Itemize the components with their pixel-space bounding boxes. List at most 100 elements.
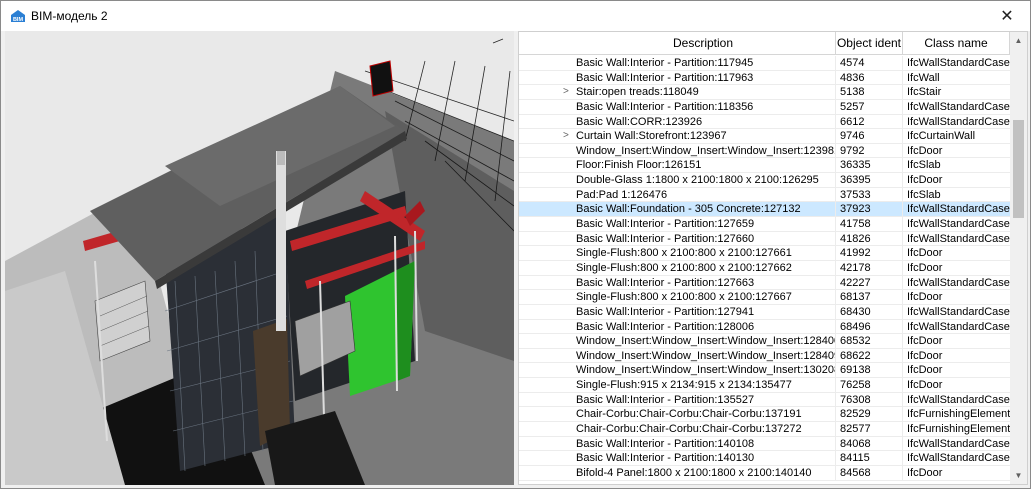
cell-object-ident: 76308 bbox=[836, 392, 903, 407]
table-row[interactable]: Bifold-4 Panel:1800 x 2100:1800 x 2100:1… bbox=[519, 465, 1011, 481]
cell-object-ident: 5257 bbox=[836, 99, 903, 114]
row-indent bbox=[519, 305, 571, 319]
row-indent bbox=[519, 466, 571, 480]
cell-class-name: IfcSlab bbox=[907, 188, 941, 201]
cell-object-ident: 42227 bbox=[836, 275, 903, 290]
row-indent: > bbox=[519, 129, 571, 143]
table-row[interactable]: > Stair:open treads:118049 5138 IfcStair bbox=[519, 85, 1011, 100]
scroll-down-icon[interactable]: ▼ bbox=[1010, 467, 1027, 484]
table-row[interactable]: Basic Wall:Interior - Partition:128006 68… bbox=[519, 319, 1011, 335]
grid-body: Basic Wall:Interior - Partition:117945 45… bbox=[519, 56, 1011, 481]
table-row[interactable]: Double-Glass 1:1800 x 2100:1800 x 2100:1… bbox=[519, 173, 1011, 188]
cell-object-ident: 5138 bbox=[836, 85, 903, 99]
row-indent bbox=[519, 232, 571, 246]
cell-object-ident: 4836 bbox=[836, 70, 903, 85]
cell-class-name: IfcDoor bbox=[907, 291, 943, 304]
table-row[interactable]: Basic Wall:CORR:123926 6612 IfcWallStandar… bbox=[519, 114, 1011, 130]
table-row[interactable]: > Curtain Wall:Storefront:123967 9746 IfcCu… bbox=[519, 129, 1011, 144]
column-header-class-name[interactable]: Class name bbox=[903, 32, 1010, 55]
cell-description: Window_Insert:Window_Insert:Window_Inser… bbox=[571, 363, 836, 378]
table-row[interactable]: Basic Wall:Interior - Partition:117963 48… bbox=[519, 70, 1011, 86]
cell-object-ident: 68622 bbox=[836, 348, 903, 363]
svg-text:BIM: BIM bbox=[13, 17, 24, 23]
row-indent bbox=[519, 349, 571, 363]
cell-object-ident: 84068 bbox=[836, 436, 903, 451]
cell-class-name: IfcWallStandardCase bbox=[907, 437, 1010, 450]
expand-chevron-icon[interactable]: > bbox=[563, 129, 569, 144]
table-row[interactable]: Basic Wall:Interior - Partition:135527 76… bbox=[519, 392, 1011, 408]
row-indent bbox=[519, 246, 571, 260]
table-row[interactable]: Window_Insert:Window_Insert:Window_Inser… bbox=[519, 143, 1011, 159]
row-indent bbox=[519, 393, 571, 407]
cell-class-name: IfcWallStandardCase bbox=[907, 305, 1010, 318]
table-row[interactable]: Single-Flush:915 x 2134:915 x 2134:13547… bbox=[519, 378, 1011, 393]
row-indent bbox=[519, 217, 571, 231]
objects-grid: Description Object ident Class name Basi… bbox=[518, 31, 1028, 485]
table-row[interactable]: Basic Wall:Interior - Partition:140130 84… bbox=[519, 451, 1011, 466]
cell-description: Bifold-4 Panel:1800 x 2100:1800 x 2100:1… bbox=[571, 465, 836, 480]
cell-object-ident: 36335 bbox=[836, 158, 903, 173]
cell-object-ident: 4574 bbox=[836, 56, 903, 70]
close-button[interactable]: ✕ bbox=[984, 1, 1030, 31]
cell-class-name: IfcWallStandardCase bbox=[907, 57, 1010, 69]
cell-object-ident: 68430 bbox=[836, 304, 903, 319]
table-row[interactable]: Basic Wall:Interior - Partition:127663 42… bbox=[519, 275, 1011, 291]
table-row[interactable]: Basic Wall:Interior - Partition:127659 41… bbox=[519, 217, 1011, 232]
row-indent bbox=[519, 422, 571, 436]
cell-object-ident: 82529 bbox=[836, 407, 903, 422]
expand-chevron-icon[interactable]: > bbox=[563, 85, 569, 100]
table-row[interactable]: Basic Wall:Interior - Partition:127941 68… bbox=[519, 304, 1011, 320]
table-row[interactable]: Window_Insert:Window_Insert:Window_Inser… bbox=[519, 334, 1011, 349]
column-header-description[interactable]: Description bbox=[571, 32, 836, 55]
cell-class-name: IfcWallStandardCase bbox=[907, 232, 1010, 245]
cell-object-ident: 41826 bbox=[836, 231, 903, 246]
building-model-render[interactable] bbox=[5, 31, 514, 485]
row-indent bbox=[519, 144, 571, 158]
cell-class-name: IfcDoor bbox=[907, 364, 943, 377]
cell-description: Stair:open treads:118049 bbox=[571, 85, 836, 99]
row-indent: > bbox=[519, 85, 571, 99]
table-row[interactable]: Basic Wall:Interior - Partition:127660 41… bbox=[519, 231, 1011, 247]
table-row[interactable]: Floor:Finish Floor:126151 36335 IfcSlab bbox=[519, 158, 1011, 174]
cell-class-name: IfcSlab bbox=[907, 159, 941, 172]
bim-model-icon: BIM bbox=[11, 10, 25, 23]
cell-description: Basic Wall:Interior - Partition:140130 bbox=[571, 451, 836, 465]
scroll-up-icon[interactable]: ▲ bbox=[1010, 32, 1027, 49]
table-row[interactable]: Chair-Corbu:Chair-Corbu:Chair-Corbu:1371… bbox=[519, 407, 1011, 423]
table-row[interactable]: Basic Wall:Interior - Partition:140108 84… bbox=[519, 436, 1011, 452]
table-row[interactable]: Basic Wall:Interior - Partition:118356 52… bbox=[519, 99, 1011, 115]
table-row[interactable]: Single-Flush:800 x 2100:800 x 2100:12766… bbox=[519, 246, 1011, 261]
vertical-scrollbar[interactable]: ▲ ▼ bbox=[1010, 32, 1027, 484]
scrollbar-thumb[interactable] bbox=[1013, 120, 1024, 218]
row-indent bbox=[519, 407, 571, 421]
table-row[interactable]: Single-Flush:800 x 2100:800 x 2100:12766… bbox=[519, 290, 1011, 305]
window-title: BIM-модель 2 bbox=[31, 9, 108, 23]
row-indent bbox=[519, 276, 571, 290]
table-row[interactable]: Window_Insert:Window_Insert:Window_Inser… bbox=[519, 348, 1011, 364]
cell-class-name: IfcDoor bbox=[907, 466, 943, 479]
cell-class-name: IfcDoor bbox=[907, 349, 943, 362]
table-row[interactable]: Pad:Pad 1:126476 37533 IfcSlab bbox=[519, 187, 1011, 203]
cell-class-name: IfcWallStandardCase bbox=[907, 393, 1010, 406]
cell-object-ident: 41758 bbox=[836, 217, 903, 231]
cell-object-ident: 41992 bbox=[836, 246, 903, 260]
table-row[interactable]: Window_Insert:Window_Insert:Window_Inser… bbox=[519, 363, 1011, 379]
cell-class-name: IfcFurnishingElement bbox=[907, 423, 1011, 436]
cell-description: Basic Wall:CORR:123926 bbox=[571, 114, 836, 129]
table-row[interactable]: Basic Wall:Foundation - 305 Concrete:127… bbox=[519, 202, 1011, 218]
table-row[interactable]: Basic Wall:Interior - Partition:117945 45… bbox=[519, 56, 1011, 71]
row-indent bbox=[519, 188, 571, 202]
row-indent bbox=[519, 437, 571, 451]
table-row[interactable]: Chair-Corbu:Chair-Corbu:Chair-Corbu:1372… bbox=[519, 422, 1011, 437]
table-row[interactable]: Single-Flush:800 x 2100:800 x 2100:12766… bbox=[519, 260, 1011, 276]
cell-class-name: IfcWallStandardCase bbox=[907, 320, 1010, 333]
cell-class-name: IfcWallStandardCase bbox=[907, 452, 1010, 465]
row-indent bbox=[519, 290, 571, 304]
row-indent bbox=[519, 56, 571, 70]
cell-description: Window_Insert:Window_Insert:Window_Inser… bbox=[571, 334, 836, 348]
cell-description: Curtain Wall:Storefront:123967 bbox=[571, 129, 836, 143]
column-header-object-ident[interactable]: Object ident bbox=[836, 32, 903, 55]
cell-object-ident: 42178 bbox=[836, 260, 903, 275]
cell-object-ident: 68496 bbox=[836, 319, 903, 334]
3d-model-viewport[interactable] bbox=[5, 31, 514, 485]
